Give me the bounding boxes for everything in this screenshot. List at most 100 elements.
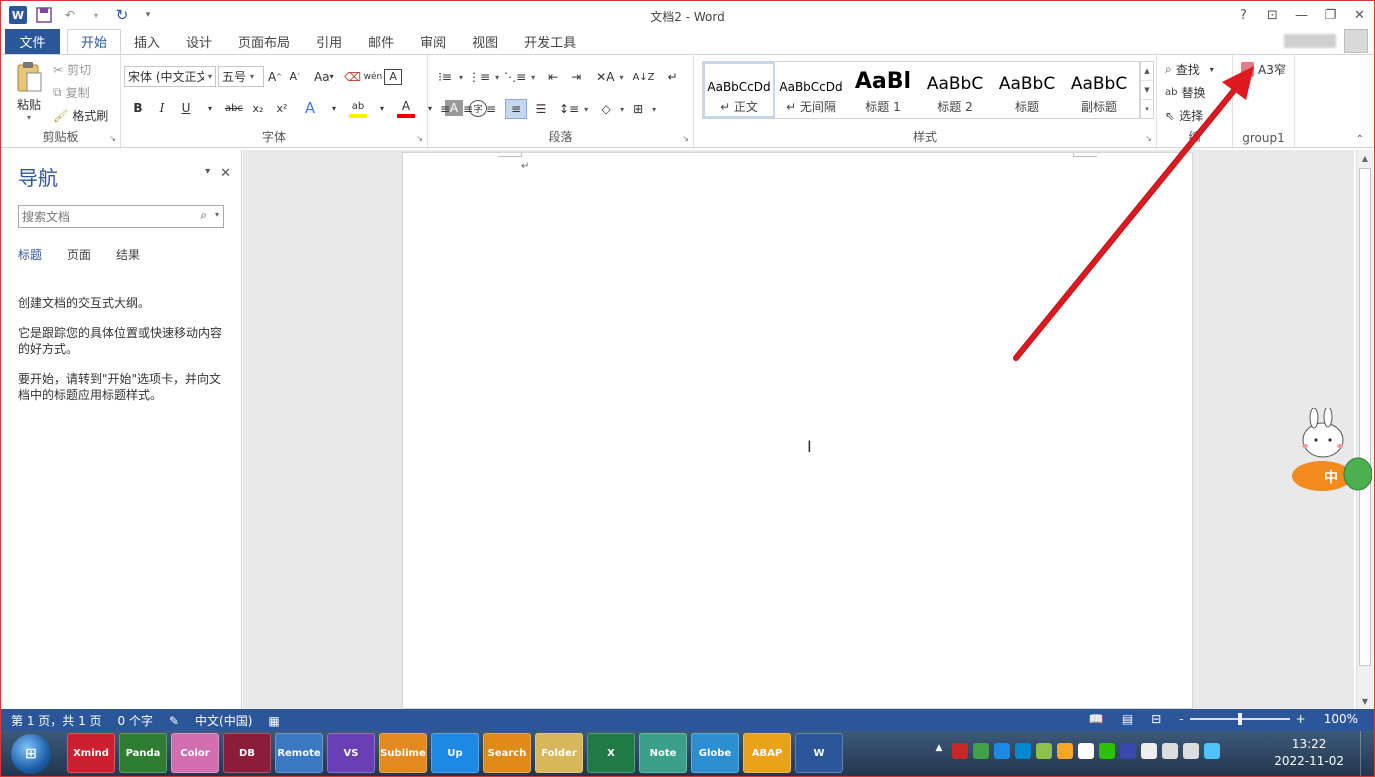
- tray-app-icon[interactable]: [1141, 743, 1157, 759]
- language-indicator[interactable]: 中文(中国): [195, 712, 252, 729]
- font-launcher-icon[interactable]: ↘: [416, 134, 423, 143]
- taskbar-clock[interactable]: 13:22 2022-11-02: [1274, 736, 1344, 770]
- style-normal[interactable]: AaBbCcDd ↵ 正文: [703, 62, 775, 118]
- phonetic-guide-button[interactable]: wén: [364, 67, 383, 87]
- nav-tab-results[interactable]: 结果: [116, 246, 140, 263]
- tab-references[interactable]: 引用: [303, 29, 355, 54]
- shrink-font-button[interactable]: Aˇ: [286, 67, 304, 87]
- tray-app-icon[interactable]: [952, 743, 968, 759]
- a3-narrow-button[interactable]: A3窄: [1241, 61, 1286, 78]
- style-heading-2[interactable]: AaBbC 标题 2: [919, 62, 991, 118]
- subscript-button[interactable]: x₂: [249, 98, 267, 118]
- chevron-down-icon[interactable]: ▾: [373, 98, 391, 118]
- paste-dropdown-icon[interactable]: ▾: [11, 113, 47, 122]
- zoom-out-button[interactable]: -: [1179, 712, 1183, 726]
- zoom-level[interactable]: 100%: [1324, 712, 1358, 726]
- gallery-down-icon[interactable]: ▼: [1141, 81, 1153, 100]
- strikethrough-button[interactable]: abc: [225, 98, 243, 118]
- zoom-in-button[interactable]: +: [1296, 712, 1306, 726]
- underline-dropdown-icon[interactable]: ▾: [201, 98, 219, 118]
- gallery-up-icon[interactable]: ▲: [1141, 62, 1153, 81]
- tab-developer[interactable]: 开发工具: [511, 29, 589, 54]
- tab-home[interactable]: 开始: [67, 29, 122, 54]
- clipboard-launcher-icon[interactable]: ↘: [109, 134, 116, 143]
- web-layout-icon[interactable]: ⊟: [1151, 712, 1161, 726]
- chevron-down-icon[interactable]: ▾: [215, 210, 219, 219]
- start-button[interactable]: ⊞: [11, 734, 51, 774]
- cut-button[interactable]: ✂ 剪切: [53, 61, 91, 78]
- tray-app-icon[interactable]: [1120, 743, 1136, 759]
- highlight-icon[interactable]: ab: [349, 98, 367, 118]
- chevron-down-icon[interactable]: ▾: [652, 105, 656, 114]
- chevron-down-icon[interactable]: ▾: [531, 73, 535, 82]
- scroll-down-icon[interactable]: ▼: [1357, 693, 1373, 709]
- proofing-icon[interactable]: ✎: [169, 714, 179, 728]
- taskbar-app[interactable]: Note: [639, 733, 687, 773]
- sort-icon[interactable]: A↓Z: [632, 67, 654, 87]
- line-spacing-icon[interactable]: ↕≡: [559, 99, 579, 119]
- copy-button[interactable]: ⧉ 复制: [53, 84, 90, 101]
- taskbar-app[interactable]: X: [587, 733, 635, 773]
- taskbar-app[interactable]: ABAP: [743, 733, 791, 773]
- font-name-combo[interactable]: 宋体 (中文正文 ▾: [124, 66, 216, 87]
- zoom-slider-knob[interactable]: [1237, 713, 1242, 725]
- macro-record-icon[interactable]: ▦: [268, 714, 279, 728]
- wechat-icon[interactable]: [1099, 743, 1115, 759]
- document-page[interactable]: ↵ I: [402, 152, 1193, 709]
- show-marks-icon[interactable]: ↵: [664, 67, 682, 87]
- tab-page-layout[interactable]: 页面布局: [225, 29, 303, 54]
- underline-button[interactable]: U: [177, 98, 195, 118]
- distributed-icon[interactable]: ☰: [532, 99, 550, 119]
- tab-review[interactable]: 审阅: [407, 29, 459, 54]
- search-icon[interactable]: ⌕: [200, 208, 207, 223]
- account-area[interactable]: [1284, 29, 1368, 53]
- taskbar-app[interactable]: DB: [223, 733, 271, 773]
- chevron-down-icon[interactable]: ▾: [325, 98, 343, 118]
- taskbar-app[interactable]: W: [795, 733, 843, 773]
- page-count[interactable]: 第 1 页，共 1 页: [11, 712, 102, 729]
- justify-icon[interactable]: ≡: [505, 99, 527, 119]
- font-color-button[interactable]: A: [397, 98, 415, 118]
- account-name[interactable]: [1284, 34, 1336, 48]
- tray-app-icon[interactable]: [1015, 743, 1031, 759]
- volume-icon[interactable]: [1183, 743, 1199, 759]
- taskbar-app[interactable]: Folder: [535, 733, 583, 773]
- tray-app-icon[interactable]: [973, 743, 989, 759]
- chevron-down-icon[interactable]: ▾: [620, 105, 624, 114]
- style-no-spacing[interactable]: AaBbCcDd ↵ 无间隔: [775, 62, 847, 118]
- word-count[interactable]: 0 个字: [118, 712, 153, 729]
- taskbar-app[interactable]: Panda: [119, 733, 167, 773]
- font-size-combo[interactable]: 五号 ▾: [218, 66, 264, 87]
- tab-view[interactable]: 视图: [459, 29, 511, 54]
- chevron-down-icon[interactable]: ▾: [459, 73, 463, 82]
- show-desktop-button[interactable]: [1360, 731, 1374, 776]
- scroll-up-icon[interactable]: ▲: [1357, 150, 1373, 166]
- find-button[interactable]: ⌕ 查找 ▾: [1165, 61, 1214, 78]
- italic-button[interactable]: I: [153, 98, 171, 118]
- shading-icon[interactable]: ◇: [597, 99, 615, 119]
- tray-app-icon[interactable]: [1204, 743, 1220, 759]
- close-icon[interactable]: ✕: [1345, 1, 1374, 29]
- taskbar-app[interactable]: Xmind: [67, 733, 115, 773]
- character-border-button[interactable]: A: [384, 68, 403, 85]
- zoom-slider[interactable]: [1189, 713, 1290, 725]
- tab-mailings[interactable]: 邮件: [355, 29, 407, 54]
- format-painter-button[interactable]: 🖌 格式刷: [53, 107, 108, 124]
- taskbar-app[interactable]: VS: [327, 733, 375, 773]
- align-center-icon[interactable]: ≡: [459, 99, 477, 119]
- style-subtitle[interactable]: AaBbC 副标题: [1063, 62, 1135, 118]
- taskbar-app[interactable]: Remote: [275, 733, 323, 773]
- restore-icon[interactable]: ❐: [1316, 1, 1345, 29]
- style-title[interactable]: AaBbC 标题: [991, 62, 1063, 118]
- collapse-ribbon-icon[interactable]: ⌃: [1356, 134, 1364, 145]
- grow-font-button[interactable]: A ^: [266, 67, 284, 87]
- taskbar-app[interactable]: Search: [483, 733, 531, 773]
- paragraph-launcher-icon[interactable]: ↘: [682, 134, 689, 143]
- search-input[interactable]: 搜索文档 ⌕ ▾: [18, 205, 224, 228]
- taskbar-app[interactable]: Up: [431, 733, 479, 773]
- tray-expand-icon[interactable]: ▲: [931, 743, 947, 759]
- taskbar-app[interactable]: Sublime: [379, 733, 427, 773]
- align-left-icon[interactable]: ≡: [436, 99, 454, 119]
- taskbar-app[interactable]: Color: [171, 733, 219, 773]
- avatar[interactable]: [1344, 29, 1368, 53]
